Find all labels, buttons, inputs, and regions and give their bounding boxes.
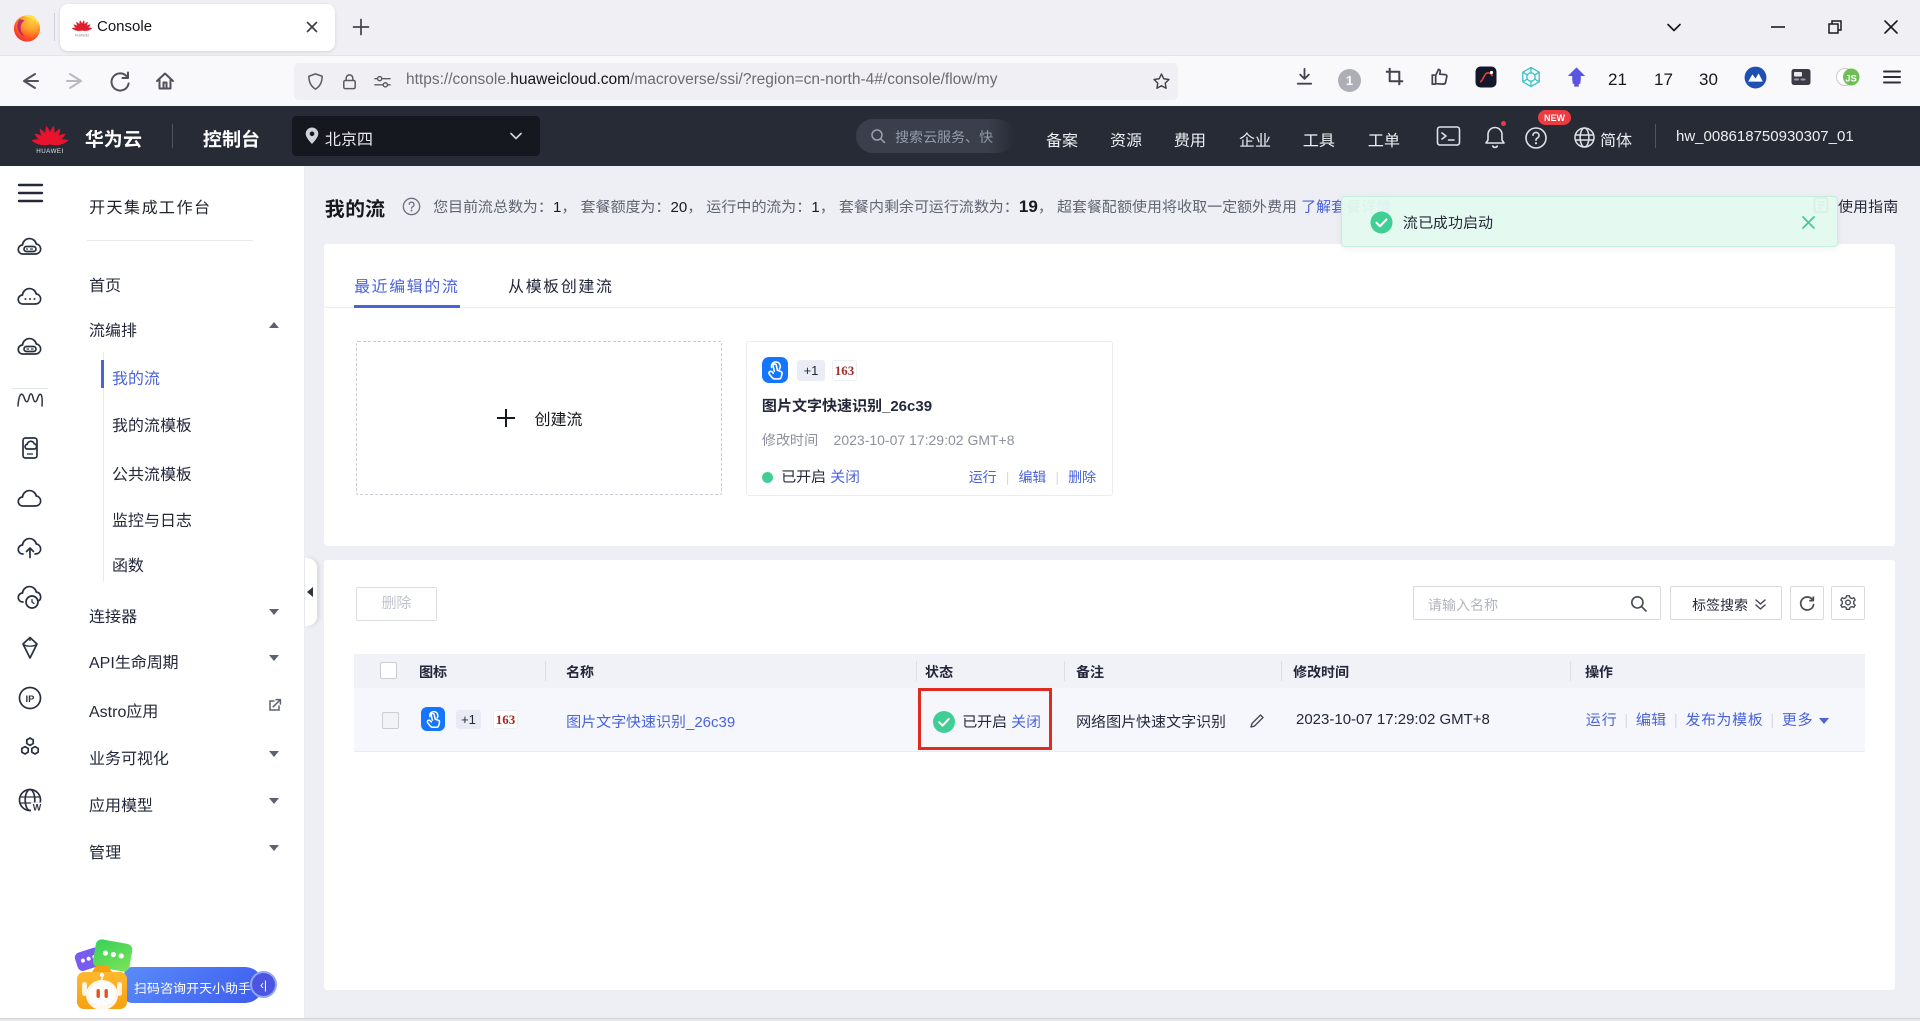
svg-text:JS: JS [1845,73,1857,84]
svg-text:HUAWEI: HUAWEI [36,148,64,155]
svg-text:IP: IP [26,694,36,705]
svg-text:HUAWEI: HUAWEI [75,33,89,37]
svg-text:W: W [33,803,42,813]
